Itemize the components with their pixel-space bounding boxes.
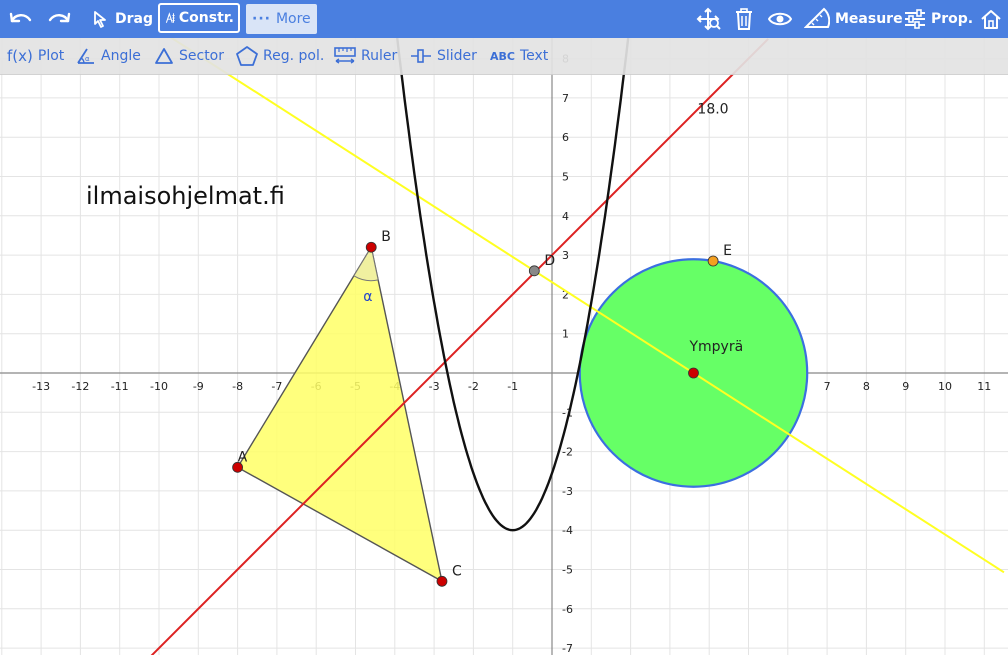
watermark-text: ilmaisohjelmat.fi <box>86 182 285 210</box>
angle-alpha-label: α <box>363 289 372 305</box>
constr-label: Constr. <box>178 10 234 26</box>
plot-tool-button[interactable]: f(x) Plot <box>7 38 64 74</box>
undo-button[interactable] <box>8 0 34 38</box>
x-tick-label: 10 <box>938 380 952 393</box>
x-tick-label: -8 <box>232 380 243 393</box>
x-tick-label: -7 <box>271 380 282 393</box>
y-tick-label: 3 <box>562 249 569 262</box>
ruler-tool-button[interactable]: Ruler <box>334 38 397 74</box>
properties-button[interactable]: Prop. <box>904 0 973 38</box>
point-label-b: B <box>381 229 391 245</box>
y-tick-label: 1 <box>562 328 569 341</box>
point-label-c: C <box>452 563 462 579</box>
ruler-icon <box>334 47 356 64</box>
yellow-line <box>110 0 1005 574</box>
slider-tool-button[interactable]: Slider <box>410 38 477 74</box>
construct-icon <box>165 12 175 23</box>
trash-icon <box>736 8 752 30</box>
point-c[interactable] <box>436 575 448 587</box>
measure-label: Measure <box>835 11 903 27</box>
pointer-icon <box>94 11 106 28</box>
angle-tool-button[interactable]: α Angle <box>76 38 141 74</box>
point-label-d: D <box>544 253 555 269</box>
y-tick-label: 5 <box>562 171 569 184</box>
point-label-a: A <box>238 449 248 465</box>
x-tick-label: -2 <box>468 380 479 393</box>
drag-label: Drag <box>115 11 153 27</box>
point-label-e: E <box>723 243 732 259</box>
pentagon-icon <box>236 46 258 66</box>
undo-icon <box>9 12 32 23</box>
x-tick-label: 11 <box>977 380 991 393</box>
x-tick-label: -12 <box>71 380 89 393</box>
x-tick-label: -9 <box>193 380 204 393</box>
home-button[interactable] <box>980 0 1002 38</box>
ellipsis-icon: ··· <box>252 11 271 27</box>
protractor-icon <box>804 7 830 28</box>
eye-icon <box>768 12 792 26</box>
x-tick-label: -1 <box>507 380 518 393</box>
y-tick-label: -4 <box>562 524 573 537</box>
slider-label: Slider <box>437 48 477 64</box>
angle-label: Angle <box>101 48 141 64</box>
y-tick-label: -2 <box>562 446 573 459</box>
x-tick-label: -10 <box>150 380 168 393</box>
y-tick-label: -5 <box>562 564 573 577</box>
show-hide-button[interactable] <box>768 0 792 38</box>
point-b[interactable] <box>365 241 377 253</box>
angle-alpha-sector <box>353 245 379 282</box>
delete-button[interactable] <box>734 0 754 38</box>
x-tick-label: -3 <box>429 380 440 393</box>
angle-icon: α <box>77 48 94 64</box>
more-tools-button[interactable]: ··· More <box>246 4 317 34</box>
more-label: More <box>275 11 311 27</box>
construct-tool-button[interactable]: Constr. <box>158 3 240 33</box>
y-tick-label: -3 <box>562 485 573 498</box>
redo-icon <box>48 12 71 23</box>
drag-tool-button[interactable]: Drag <box>92 0 153 38</box>
plot-label: Plot <box>37 48 65 64</box>
x-tick-label: 9 <box>902 380 909 393</box>
regular-polygon-tool-button[interactable]: Reg. pol. <box>236 38 324 74</box>
x-tick-label: -13 <box>32 380 50 393</box>
regpol-label: Reg. pol. <box>263 48 325 64</box>
triangle-abc <box>236 245 443 583</box>
text-tool-button[interactable]: ABC Text <box>490 38 548 74</box>
circle-label: Ympyrä <box>688 339 743 355</box>
sector-label: Sector <box>179 48 225 64</box>
sector-tool-button[interactable]: Sector <box>154 38 224 74</box>
y-tick-label: 7 <box>562 92 569 105</box>
move-graphics-button[interactable] <box>696 0 722 38</box>
y-tick-label: -6 <box>562 603 573 616</box>
y-tick-label: -7 <box>562 642 573 655</box>
x-tick-label: 8 <box>863 380 870 393</box>
sliders-icon <box>905 9 925 29</box>
text-label: Text <box>519 48 549 64</box>
y-tick-label: 6 <box>562 131 569 144</box>
function-icon: f(x) <box>7 47 33 65</box>
point-e[interactable] <box>707 255 719 267</box>
measure-button[interactable]: Measure <box>804 0 903 38</box>
home-icon <box>981 10 1001 29</box>
text-abc-icon: ABC <box>490 49 515 63</box>
graph-canvas[interactable]: -13-12-11-10-9-8-7-6-5-4-3-2-11234567891… <box>0 0 1008 655</box>
y-tick-label: 4 <box>562 210 569 223</box>
sector-icon <box>155 48 173 64</box>
line-value-label: 18.0 <box>697 102 728 118</box>
x-tick-label: 7 <box>824 380 831 393</box>
redo-button[interactable] <box>46 0 72 38</box>
ruler-label: Ruler <box>361 48 398 64</box>
svg-text:α: α <box>85 55 90 63</box>
x-tick-label: -11 <box>111 380 129 393</box>
point-d[interactable] <box>528 265 540 277</box>
point-center[interactable] <box>688 367 699 379</box>
slider-icon <box>411 49 431 63</box>
prop-label: Prop. <box>931 11 974 27</box>
move-zoom-icon <box>696 7 721 31</box>
